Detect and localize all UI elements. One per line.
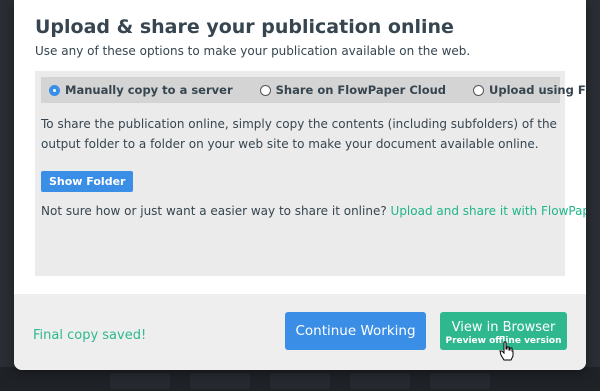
share-dialog: Upload & share your publication online U…: [14, 0, 586, 370]
pointer-cursor-icon: [499, 341, 514, 361]
radio-icon[interactable]: [259, 84, 271, 96]
option-label: Share on FlowPaper Cloud: [275, 83, 447, 97]
option-flowpaper-cloud[interactable]: Share on FlowPaper Cloud: [259, 83, 447, 97]
radio-selected-icon[interactable]: [49, 84, 60, 96]
dialog-title: Upload & share your publication online: [35, 16, 454, 38]
manual-copy-description: To share the publication online, simply …: [41, 117, 557, 151]
continue-working-button[interactable]: Continue Working: [285, 312, 426, 350]
background-thumbnail: [350, 373, 410, 389]
option-label: Upload using FTP/SSH: [489, 83, 586, 97]
option-ftp-ssh[interactable]: Upload using FTP/SSH: [473, 83, 586, 97]
option-label: Manually copy to a server: [65, 83, 233, 97]
share-options-panel: Manually copy to a server Share on FlowP…: [35, 71, 586, 276]
background-filmstrip: [0, 367, 600, 391]
share-method-radio-group: Manually copy to a server Share on FlowP…: [41, 77, 586, 103]
view-in-browser-label: View in Browser: [451, 319, 556, 335]
dialog-subtitle: Use any of these options to make your pu…: [35, 44, 471, 58]
radio-icon[interactable]: [473, 84, 485, 96]
option-manual-copy[interactable]: Manually copy to a server: [49, 83, 233, 97]
background-thumbnail: [270, 373, 330, 389]
background-thumbnail: [190, 373, 250, 389]
status-message: Final copy saved!: [33, 328, 147, 343]
background-thumbnail: [430, 373, 490, 389]
help-text: Not sure how or just want a easier way t…: [41, 204, 387, 218]
flowpaper-cloud-link[interactable]: Upload and share it with FlowPaper Cloud: [391, 204, 586, 218]
background-thumbnail: [110, 373, 170, 389]
help-line: Not sure how or just want a easier way t…: [41, 204, 586, 218]
show-folder-button[interactable]: Show Folder: [41, 171, 134, 192]
